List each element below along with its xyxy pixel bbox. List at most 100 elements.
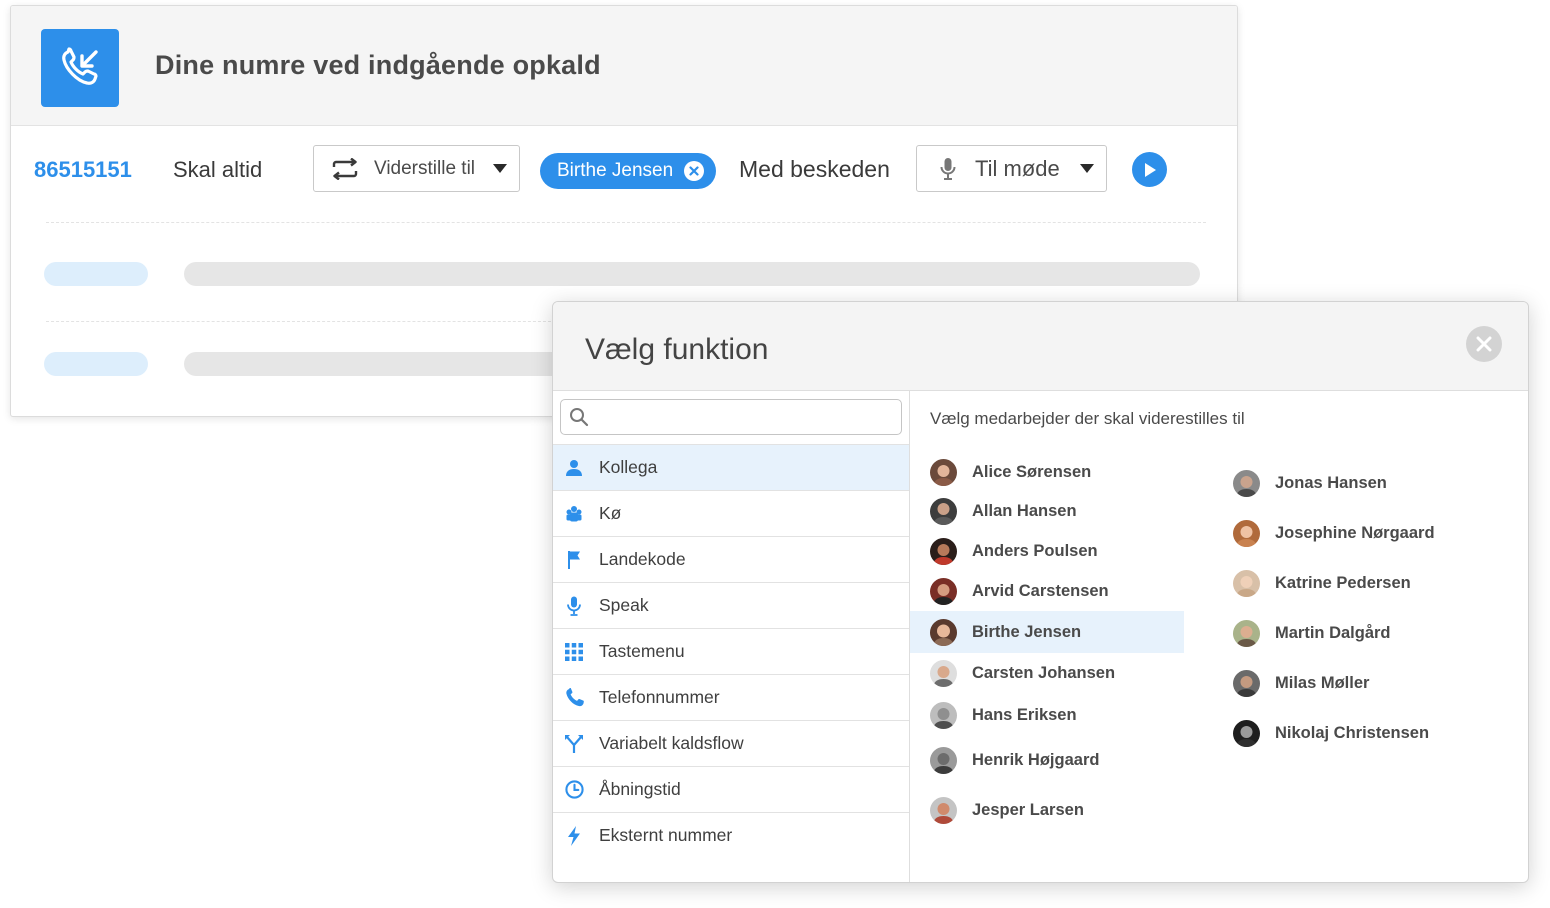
chevron-down-icon: [493, 164, 507, 173]
search-box[interactable]: [560, 399, 902, 435]
employee-name: Katrine Pedersen: [1275, 573, 1411, 592]
dialog-title: Vælg funktion: [585, 333, 769, 366]
menu-item-landekode[interactable]: Landekode: [553, 536, 909, 582]
menu-item-ko[interactable]: Kø: [553, 490, 909, 536]
employee-name: Carsten Johansen: [972, 663, 1116, 682]
avatar: [1233, 469, 1260, 497]
lightning-icon: [564, 825, 584, 846]
menu-item-label: Landekode: [599, 549, 686, 569]
condition-label: Skal altid: [173, 157, 263, 182]
employee-item[interactable]: Martin Dalgård: [1213, 612, 1513, 654]
employee-item[interactable]: Milas Møller: [1213, 662, 1513, 704]
clock-icon: [564, 780, 584, 800]
employee-name: Jonas Hansen: [1275, 473, 1387, 492]
menu-item-label: Eksternt nummer: [599, 825, 733, 845]
employee-item[interactable]: Nikolaj Christensen: [1213, 712, 1513, 754]
employee-item[interactable]: Hans Eriksen: [910, 694, 1184, 736]
avatar: [1233, 619, 1260, 647]
employee-name: Birthe Jensen: [972, 622, 1082, 641]
instruction-text: Vælg medarbejder der skal viderestilles …: [930, 409, 1245, 428]
employee-item[interactable]: Josephine Nørgaard: [1213, 512, 1513, 554]
menu-item-tastemenu[interactable]: Tastemenu: [553, 628, 909, 674]
menu-item-label: Kø: [599, 503, 622, 523]
menu-item-abningstid[interactable]: Åbningstid: [553, 766, 909, 812]
employee-pane: Vælg medarbejder der skal viderestilles …: [910, 391, 1528, 882]
menu-item-kollega[interactable]: Kollega: [553, 444, 909, 490]
function-menu-pane: Kollega Kø Landekode Speak Tastemenu Tel…: [553, 391, 910, 882]
menu-item-label: Variabelt kaldsflow: [599, 733, 744, 753]
target-chip[interactable]: Birthe Jensen: [540, 153, 716, 189]
employee-name: Milas Møller: [1275, 673, 1370, 692]
employee-item[interactable]: Alice Sørensen: [910, 451, 1184, 493]
employee-item[interactable]: Allan Hansen: [910, 490, 1184, 532]
employee-item[interactable]: Jonas Hansen: [1213, 462, 1513, 504]
placeholder-row-bar: [184, 352, 584, 376]
flag-icon: [564, 550, 584, 570]
avatar: [1233, 669, 1260, 697]
employee-name: Martin Dalgård: [1275, 623, 1391, 642]
employee-name: Hans Eriksen: [972, 705, 1077, 724]
message-select[interactable]: Til møde: [916, 145, 1107, 192]
message-select-value: Til møde: [975, 155, 1060, 181]
employee-name: Nikolaj Christensen: [1275, 723, 1430, 742]
microphone-icon: [933, 157, 963, 181]
split-arrow-icon: [564, 734, 584, 754]
employee-item[interactable]: Anders Poulsen: [910, 530, 1184, 572]
close-icon[interactable]: [1466, 326, 1502, 362]
search-input[interactable]: [595, 402, 895, 432]
employee-item[interactable]: Katrine Pedersen: [1213, 562, 1513, 604]
divider: [46, 321, 556, 322]
menu-item-eksternt-nummer[interactable]: Eksternt nummer: [553, 812, 909, 858]
search-icon: [570, 408, 589, 427]
avatar: [1233, 569, 1260, 597]
action-select[interactable]: Viderstille til: [313, 145, 520, 192]
employee-name: Arvid Carstensen: [972, 581, 1109, 600]
remove-chip-icon[interactable]: [684, 161, 704, 181]
employee-item[interactable]: Jesper Larsen: [910, 789, 1184, 831]
phone-icon: [564, 688, 584, 708]
avatar: [930, 746, 957, 774]
employee-name: Josephine Nørgaard: [1275, 523, 1435, 542]
menu-item-label: Tastemenu: [599, 641, 685, 661]
avatar: [930, 618, 957, 646]
employee-item[interactable]: Carsten Johansen: [910, 652, 1184, 694]
employee-name: Henrik Højgaard: [972, 750, 1100, 769]
play-icon[interactable]: [1132, 152, 1167, 187]
employee-item[interactable]: Henrik Højgaard: [910, 739, 1184, 781]
choose-function-dialog: Vælg funktion Kollega Kø Landekode Speak…: [552, 301, 1529, 883]
phone-number-link[interactable]: 86515151: [34, 157, 132, 183]
incoming-call-icon: [41, 29, 119, 107]
person-icon: [564, 458, 584, 478]
menu-item-label: Speak: [599, 595, 649, 615]
placeholder-row-bar: [184, 262, 1200, 286]
menu-item-speak[interactable]: Speak: [553, 582, 909, 628]
divider: [46, 222, 1206, 223]
employee-name: Jesper Larsen: [972, 800, 1084, 819]
employee-name: Allan Hansen: [972, 501, 1077, 520]
message-label: Med beskeden: [739, 156, 890, 182]
repeat-icon: [330, 157, 360, 181]
action-select-value: Viderstille til: [374, 157, 476, 179]
dialog-header: Vælg funktion: [553, 302, 1528, 391]
chevron-down-icon: [1080, 164, 1094, 173]
menu-item-variabelt-kaldsflow[interactable]: Variabelt kaldsflow: [553, 720, 909, 766]
queue-icon: [564, 504, 584, 524]
placeholder-row-tag: [44, 262, 148, 286]
placeholder-row-tag: [44, 352, 148, 376]
menu-item-label: Åbningstid: [599, 779, 681, 799]
avatar: [930, 796, 957, 824]
menu-item-label: Kollega: [599, 457, 658, 477]
avatar: [930, 537, 957, 565]
card-header: Dine numre ved indgående opkald: [11, 6, 1237, 126]
microphone-icon: [564, 596, 584, 616]
employee-name: Alice Sørensen: [972, 462, 1092, 481]
employee-item[interactable]: Arvid Carstensen: [910, 570, 1184, 612]
avatar: [1233, 519, 1260, 547]
menu-item-telefonnummer[interactable]: Telefonnummer: [553, 674, 909, 720]
target-chip-label: Birthe Jensen: [557, 160, 674, 181]
employee-name: Anders Poulsen: [972, 541, 1098, 560]
card-title: Dine numre ved indgående opkald: [155, 50, 601, 80]
avatar: [930, 497, 957, 525]
menu-item-label: Telefonnummer: [599, 687, 720, 707]
employee-item[interactable]: Birthe Jensen: [910, 611, 1184, 653]
